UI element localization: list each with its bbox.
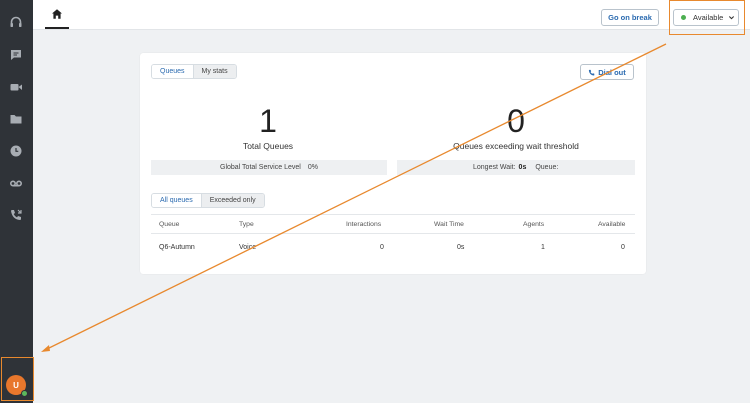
go-on-break-button[interactable]: Go on break (601, 9, 659, 26)
col-type[interactable]: Type (239, 221, 254, 228)
col-queue[interactable]: Queue (159, 221, 179, 228)
active-tab-indicator (45, 27, 69, 29)
longest-wait-value: 0s (518, 164, 527, 171)
view-toggle: Queues My stats (151, 64, 237, 79)
cell-agents: 1 (541, 244, 545, 251)
dial-out-label: Dial out (598, 67, 626, 77)
status-dot (681, 15, 686, 20)
queues-card: Queues My stats Dial out 1 Total Queues … (140, 53, 646, 274)
col-wait-time[interactable]: Wait Time (434, 221, 464, 228)
presence-dot (21, 390, 28, 397)
dial-out-button[interactable]: Dial out (580, 64, 634, 80)
avatar-initial: U (13, 380, 19, 390)
folder-icon[interactable] (9, 112, 23, 126)
total-queues-label: Total Queues (242, 141, 294, 151)
longest-wait-label: Longest Wait: (473, 164, 516, 171)
tab-my-stats[interactable]: My stats (193, 65, 236, 78)
top-bar: Go on break Available (33, 0, 750, 35)
status-label: Available (693, 13, 724, 22)
col-agents[interactable]: Agents (523, 221, 544, 228)
longest-wait-strip: Longest Wait: 0s Queue: (397, 160, 635, 175)
table-divider (151, 214, 635, 215)
tab-queues[interactable]: Queues (152, 65, 194, 78)
chevron-down-icon (729, 16, 735, 20)
headset-icon[interactable] (9, 15, 23, 29)
total-queues-value: 1 (259, 103, 277, 139)
global-service-label: Global Total Service Level (220, 164, 301, 171)
queue-filter: All queues Exceeded only (151, 193, 265, 208)
col-interactions[interactable]: Interactions (346, 221, 381, 228)
cell-queue: Q6-Autumn (159, 244, 195, 251)
filter-exceeded-only[interactable]: Exceeded only (201, 194, 264, 207)
filter-all-queues[interactable]: All queues (152, 194, 202, 207)
chat-icon[interactable] (9, 48, 23, 62)
callback-icon[interactable] (9, 208, 23, 222)
history-icon[interactable] (9, 144, 23, 158)
queue-label: Queue: (535, 164, 559, 171)
global-service-value: 0% (307, 164, 318, 171)
cell-type: Voice (239, 244, 257, 251)
voicemail-icon[interactable] (9, 176, 23, 190)
cell-interactions: 0 (380, 244, 384, 251)
sidebar: U (0, 0, 34, 403)
status-dropdown[interactable]: Available (673, 9, 739, 26)
table-header-divider (151, 233, 635, 234)
avatar-highlight: U (1, 357, 34, 401)
exceeding-label: Queues exceeding wait threshold (453, 141, 579, 151)
phone-out-icon (589, 69, 595, 75)
home-icon (52, 9, 62, 19)
exceeding-value: 0 (507, 103, 525, 139)
cell-wait-time: 0s (457, 244, 465, 251)
col-available[interactable]: Available (598, 221, 625, 228)
video-icon[interactable] (9, 80, 23, 94)
global-service-strip: Global Total Service Level 0% (151, 160, 387, 175)
cell-available: 0 (621, 244, 625, 251)
